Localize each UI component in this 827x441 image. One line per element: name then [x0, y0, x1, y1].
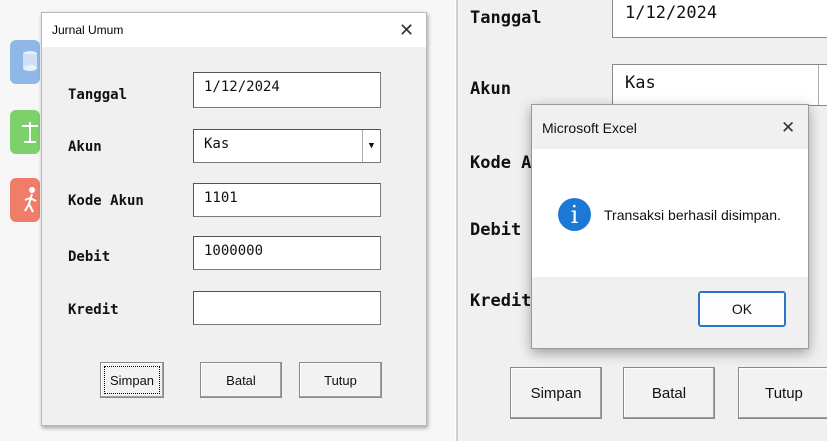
message-box-body: i Transaksi berhasil disimpan. [532, 149, 808, 277]
tutup-button[interactable]: Tutup [738, 367, 827, 419]
tutup-button[interactable]: Tutup [299, 362, 382, 398]
debit-label: Debit [470, 220, 522, 240]
kredit-label: Kredit [470, 291, 532, 311]
debit-field[interactable]: 1000000 [193, 236, 381, 270]
excel-message-box: Microsoft Excel ✕ i Transaksi berhasil d… [531, 104, 809, 349]
batal-button[interactable]: Batal [623, 367, 715, 419]
chevron-down-icon[interactable]: ▼ [818, 65, 827, 105]
kode-akun-label: Kode Akun [68, 193, 144, 209]
kredit-field[interactable] [193, 291, 381, 325]
right-screenshot-panel: Tanggal 1/12/2024 Akun Kas ▼ Kode A Debi… [456, 0, 827, 441]
akun-dropdown[interactable]: Kas ▼ [193, 129, 381, 163]
kode-akun-field[interactable]: 1101 [193, 183, 381, 217]
kode-akun-label: Kode A [470, 153, 532, 173]
dialog-title-bar: Jurnal Umum ✕ [42, 13, 426, 47]
tanggal-label: Tanggal [470, 8, 542, 28]
simpan-button[interactable]: Simpan [510, 367, 602, 419]
akun-selected-value: Kas [625, 73, 656, 93]
akun-label: Akun [470, 79, 511, 99]
database-icon[interactable] [10, 40, 40, 84]
simpan-button[interactable]: Simpan [100, 362, 164, 398]
akun-selected-value: Kas [204, 136, 230, 152]
batal-button[interactable]: Batal [200, 362, 282, 398]
tanggal-label: Tanggal [68, 87, 128, 103]
dialog-title: Jurnal Umum [52, 23, 124, 37]
walking-person-icon[interactable] [10, 178, 40, 222]
ok-button[interactable]: OK [698, 291, 786, 327]
akun-dropdown[interactable]: Kas ▼ [612, 64, 827, 106]
message-text: Transaksi berhasil disimpan. [604, 207, 781, 223]
balance-scale-icon[interactable] [10, 110, 40, 154]
tanggal-field[interactable]: 1/12/2024 [612, 0, 827, 38]
message-box-title: Microsoft Excel [542, 120, 637, 136]
chevron-down-icon[interactable]: ▼ [362, 130, 380, 162]
kredit-label: Kredit [68, 302, 119, 318]
close-icon[interactable]: ✕ [399, 21, 414, 39]
jurnal-umum-dialog: Jurnal Umum ✕ Tanggal 1/12/2024 Akun Kas… [41, 12, 427, 426]
info-icon: i [558, 198, 591, 231]
tanggal-field[interactable]: 1/12/2024 [193, 72, 381, 108]
akun-label: Akun [68, 139, 102, 155]
debit-label: Debit [68, 249, 111, 265]
left-screenshot-panel: Jurnal Umum ✕ Tanggal 1/12/2024 Akun Kas… [0, 0, 455, 441]
close-icon[interactable]: ✕ [781, 119, 795, 137]
